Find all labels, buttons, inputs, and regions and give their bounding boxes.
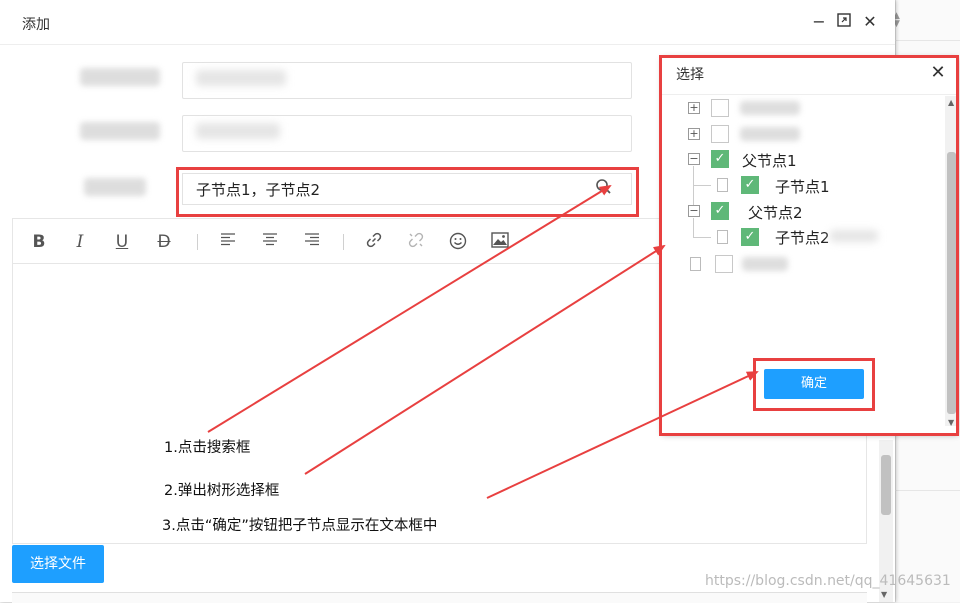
dialog-title: 添加 [22,17,50,33]
toolbar-divider [197,234,198,250]
image-icon[interactable] [488,232,512,252]
field-label-3 [84,178,146,196]
scroll-down-arrow-icon[interactable]: ▼ [881,590,887,599]
background-divider [895,490,960,491]
annotation-step-3: 3.点击“确定”按钮把子节点显示在文本框中 [162,518,438,534]
annotation-box-popup [659,55,959,436]
field-label-1 [80,68,160,86]
bold-icon[interactable]: B [27,232,51,252]
field-label-2 [80,122,160,140]
align-center-icon[interactable] [258,232,282,252]
align-right-icon[interactable] [300,232,324,252]
watermark: https://blog.csdn.net/qq_41645631 [705,573,951,589]
underline-icon[interactable]: U [110,232,134,252]
annotation-box-search [176,167,639,217]
align-left-icon[interactable] [216,232,240,252]
minimize-icon[interactable]: − [809,12,829,32]
dialog-scrollbar-thumb[interactable] [881,455,891,515]
dialog-header-divider [0,44,895,45]
link-icon[interactable] [362,232,386,252]
background-divider [895,40,960,41]
italic-icon[interactable]: I [68,232,92,252]
select-file-button[interactable]: 选择文件 [12,545,104,583]
maximize-icon[interactable] [834,12,854,32]
annotation-step-1: 1.点击搜索框 [164,440,251,456]
file-table [12,592,867,603]
unlink-icon[interactable] [404,232,428,252]
emoji-icon[interactable] [446,232,470,252]
annotation-step-2: 2.弹出树形选择框 [164,483,280,499]
strikethrough-icon[interactable]: D [152,232,176,252]
toolbar-divider [343,234,344,250]
text-field-2-value [196,123,280,139]
text-field-1-value [196,70,286,86]
close-icon[interactable]: ✕ [860,12,880,32]
